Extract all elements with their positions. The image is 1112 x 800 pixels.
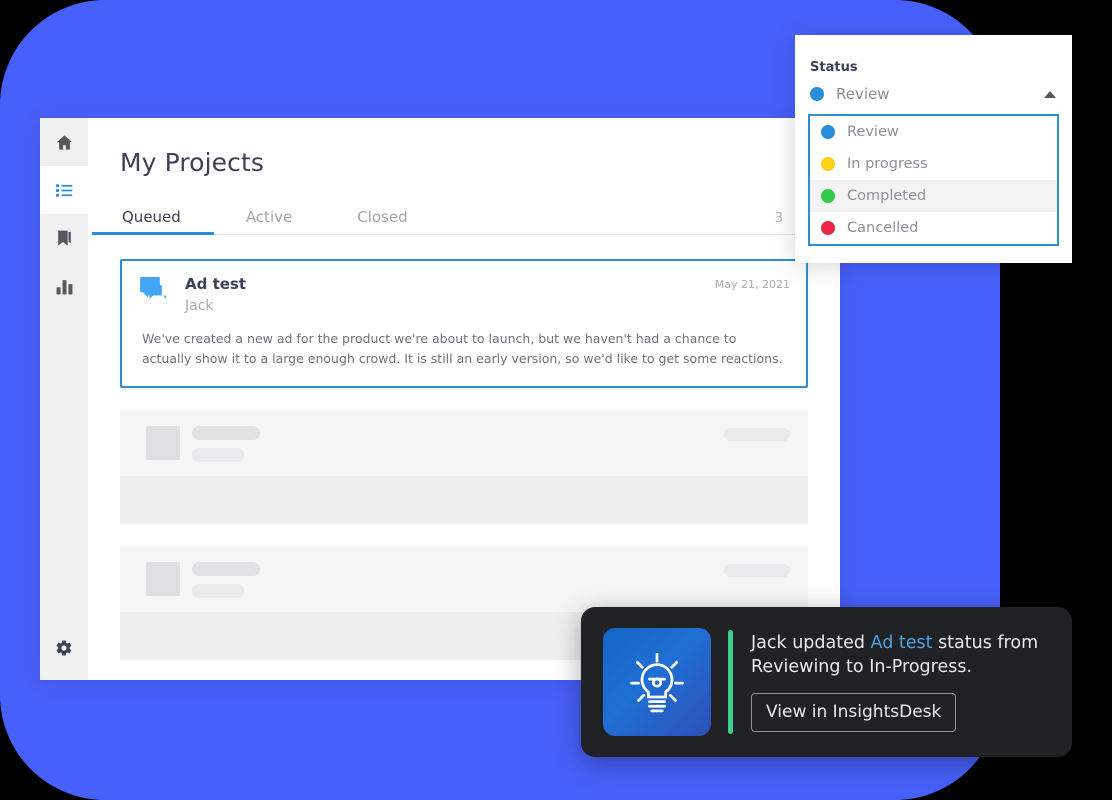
skeleton-thumb: [146, 425, 180, 460]
sidebar: [40, 118, 88, 680]
status-label: Status: [810, 60, 858, 75]
tab-closed[interactable]: Closed: [355, 208, 409, 235]
selected-count: 3: [774, 210, 783, 226]
skeleton-line-title: [192, 425, 260, 440]
view-in-insightsdesk-button[interactable]: View in InsightsDesk: [751, 692, 957, 732]
project-card-header: Ad test Jack May 21, 2021: [122, 261, 806, 323]
sidebar-item-projects[interactable]: [40, 166, 88, 214]
skeleton-lines: [192, 561, 724, 598]
skeleton-line-date: [724, 563, 790, 577]
toast-message-part-1: Jack updated: [751, 633, 871, 654]
toast-notification: Jack updated Ad test status from Reviewi…: [581, 607, 1072, 757]
toast-message: Jack updated Ad test status from Reviewi…: [751, 632, 1050, 679]
status-select-trigger[interactable]: Review: [795, 75, 1072, 103]
project-date: May 21, 2021: [714, 278, 790, 291]
tab-queued[interactable]: Queued: [92, 208, 214, 235]
status-dot-cancelled: [821, 221, 835, 235]
status-selected-label: Review: [836, 85, 890, 103]
project-description: We've created a new ad for the product w…: [142, 330, 783, 367]
skeleton-lines: [192, 425, 724, 462]
home-icon: [55, 133, 74, 152]
loading-skeleton-row-1: [120, 409, 808, 524]
toast-content: Jack updated Ad test status from Reviewi…: [751, 632, 1050, 732]
sidebar-item-analytics[interactable]: [40, 262, 88, 310]
skeleton-line-subtitle: [192, 447, 244, 462]
project-card-ad-test[interactable]: Ad test Jack May 21, 2021 We've created …: [120, 259, 808, 388]
app-window: My Projects Queued Active Closed 3 Ad te…: [40, 118, 840, 680]
tab-active[interactable]: Active: [244, 208, 294, 235]
status-dropdown-panel: Status Review Review In progress Complet…: [795, 35, 1072, 263]
status-option-label: Review: [847, 124, 899, 140]
skeleton-thumb: [146, 561, 180, 596]
tab-bar-underline: [120, 234, 808, 235]
status-option-label: Cancelled: [847, 220, 919, 236]
sidebar-item-settings[interactable]: [40, 624, 88, 672]
project-author: Jack: [185, 297, 214, 314]
status-option-in-progress[interactable]: In progress: [810, 148, 1057, 180]
skeleton-body: [120, 475, 808, 524]
gear-icon: [55, 639, 73, 657]
status-option-label: Completed: [847, 188, 927, 204]
chat-bubbles-icon: [140, 277, 169, 308]
list-icon: [55, 181, 74, 200]
skeleton-header: [120, 545, 808, 612]
status-option-cancelled[interactable]: Cancelled: [810, 212, 1057, 244]
status-option-review[interactable]: Review: [810, 116, 1057, 148]
bookmark-icon: [55, 229, 74, 248]
toast-accent-bar: [728, 630, 733, 734]
project-card-titles: Ad test Jack: [185, 275, 715, 315]
main-content: My Projects Queued Active Closed 3 Ad te…: [88, 118, 840, 680]
lightbulb-idea-icon: [603, 628, 711, 736]
skeleton-line-date: [724, 427, 790, 441]
status-dot-review: [821, 125, 835, 139]
project-title: Ad test: [185, 275, 247, 293]
sidebar-item-bookmarks[interactable]: [40, 214, 88, 262]
status-dot-in-progress: [821, 157, 835, 171]
status-dot-review: [810, 87, 824, 101]
bar-chart-icon: [55, 277, 74, 296]
sidebar-item-home[interactable]: [40, 118, 88, 166]
status-options-list: Review In progress Completed Cancelled: [808, 114, 1059, 246]
status-option-completed[interactable]: Completed: [810, 180, 1057, 212]
page-title: My Projects: [120, 148, 264, 177]
status-option-label: In progress: [847, 156, 928, 172]
status-dot-completed: [821, 189, 835, 203]
toast-message-highlight: Ad test: [870, 633, 933, 654]
skeleton-line-title: [192, 561, 260, 576]
skeleton-header: [120, 409, 808, 476]
tab-bar: Queued Active Closed 3: [88, 199, 840, 235]
skeleton-line-subtitle: [192, 583, 244, 598]
caret-up-icon[interactable]: [1044, 90, 1056, 98]
